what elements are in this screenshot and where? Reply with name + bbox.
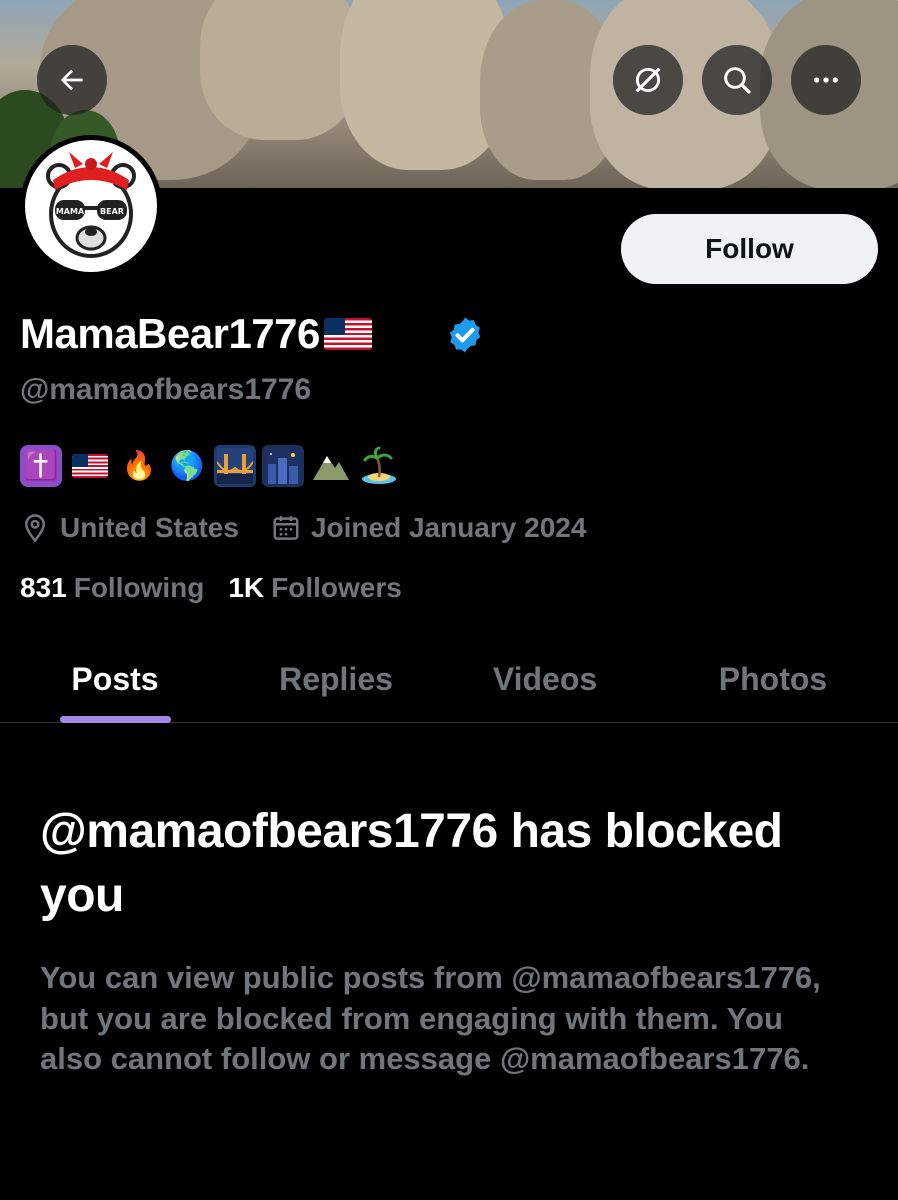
blocked-description: You can view public posts from @mamaofbe… bbox=[40, 960, 821, 1076]
city-night-icon bbox=[265, 448, 301, 484]
globe-emoji: 🌎 bbox=[169, 449, 205, 482]
profile-stats: 831 Following 1K Followers bbox=[20, 572, 402, 604]
bio: ✝️ 🔥 🌎 bbox=[20, 444, 400, 488]
profile-handle: @mamaofbears1776 bbox=[20, 373, 312, 406]
bridge-icon bbox=[217, 448, 253, 484]
tab-videos[interactable]: Videos bbox=[460, 636, 630, 722]
night-with-stars-emoji bbox=[262, 445, 304, 487]
blocked-title: @mamaofbears1776 has blocked you bbox=[40, 805, 783, 922]
tab-replies[interactable]: Replies bbox=[250, 636, 422, 722]
following-count: 831 bbox=[20, 572, 67, 603]
more-horizontal-icon bbox=[814, 77, 838, 83]
joined-date-text: Joined January 2024 bbox=[310, 512, 587, 543]
mountain-icon bbox=[313, 456, 349, 480]
grok-icon bbox=[635, 67, 661, 93]
display-name: MamaBear1776 bbox=[20, 310, 372, 358]
us-flag-icon bbox=[323, 317, 372, 350]
active-tab-indicator bbox=[60, 716, 171, 723]
calendar-icon bbox=[273, 516, 299, 540]
fire-emoji: 🔥 bbox=[121, 449, 157, 482]
follow-button[interactable]: Follow bbox=[621, 214, 878, 284]
search-button[interactable] bbox=[702, 45, 772, 115]
avatar-text-left: MAMA bbox=[56, 207, 85, 216]
avatar[interactable]: MAMA BEAR bbox=[20, 135, 162, 277]
mama-bear-logo: MAMA BEAR bbox=[46, 152, 136, 258]
followers-link[interactable]: 1K Followers bbox=[228, 572, 402, 604]
following-link[interactable]: 831 Following bbox=[20, 572, 204, 604]
followers-count: 1K bbox=[228, 572, 265, 603]
tab-photos[interactable]: Photos bbox=[690, 636, 856, 722]
more-button[interactable] bbox=[791, 45, 861, 115]
followers-label: Followers bbox=[271, 572, 402, 603]
following-label: Following bbox=[73, 572, 205, 603]
mountain-emoji bbox=[310, 445, 352, 487]
location-text: United States bbox=[60, 512, 239, 543]
grok-button[interactable] bbox=[613, 45, 683, 115]
verified-badge-icon[interactable] bbox=[445, 315, 485, 355]
island-icon bbox=[362, 446, 396, 484]
location-pin-icon bbox=[24, 514, 46, 543]
us-flag-emoji bbox=[72, 454, 108, 478]
desert-island-emoji bbox=[358, 445, 400, 487]
latin-cross-emoji: ✝️ bbox=[20, 445, 62, 487]
tab-posts[interactable]: Posts bbox=[30, 636, 200, 722]
avatar-text-right: BEAR bbox=[100, 207, 124, 216]
bridge-at-night-emoji bbox=[214, 445, 256, 487]
display-name-text: MamaBear1776 bbox=[20, 310, 320, 357]
arrow-left-icon bbox=[60, 69, 83, 91]
profile-tabs: Posts Replies Videos Photos bbox=[0, 636, 898, 723]
back-button[interactable] bbox=[37, 45, 107, 115]
profile-meta: United States Joined January 2024 bbox=[20, 508, 586, 548]
avatar-image: MAMA BEAR bbox=[25, 140, 157, 272]
search-icon bbox=[724, 67, 751, 94]
